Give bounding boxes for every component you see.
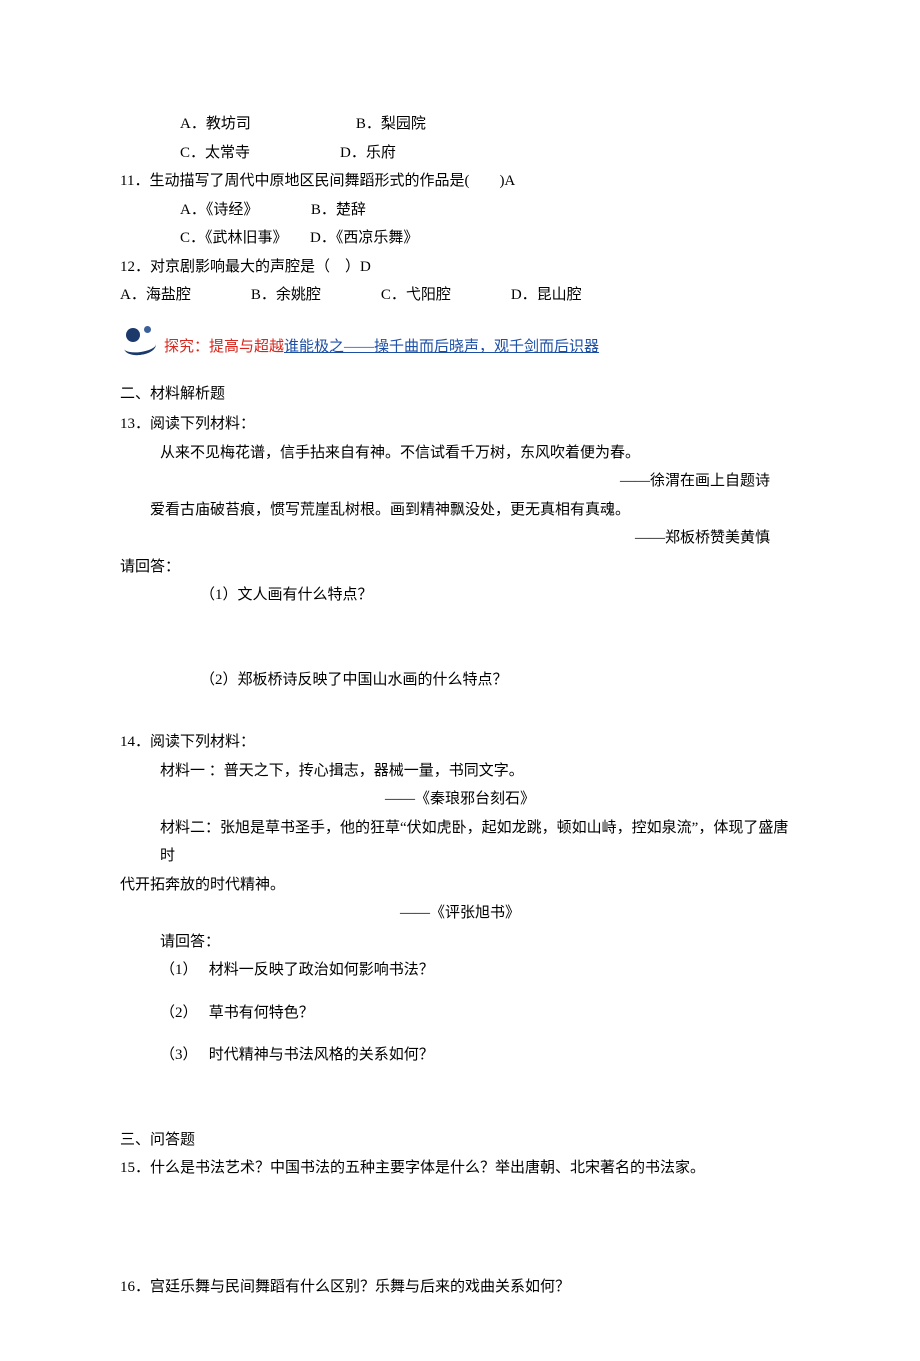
q13-stem: 13．阅读下列材料： bbox=[120, 410, 800, 439]
q13-material-1a: 从来不见梅花谱，信手拈来自有神。不信试看千万树，东风吹着便为春。 bbox=[120, 439, 800, 468]
q14-part2: （2） 草书有何特色？ bbox=[120, 999, 800, 1028]
explore-icon bbox=[120, 324, 162, 362]
q13-material-1b: 爱看古庙破苔痕，惯写荒崖乱树根。画到精神飘没处，更无真相有真魂。 bbox=[120, 496, 800, 525]
explore-blue-text: 谁能极之——操千曲而后晓声，观千剑而后识器 bbox=[284, 333, 599, 362]
q14-material-2a: 材料二：张旭是草书圣手，他的狂草“伏如虎卧，起如龙跳，顿如山峙，控如泉流”，体现… bbox=[120, 814, 800, 871]
section-3-heading: 三、问答题 bbox=[120, 1126, 800, 1155]
q15: 15．什么是书法艺术？中国书法的五种主要字体是什么？举出唐朝、北宋著名的书法家。 bbox=[120, 1154, 800, 1183]
q11-option-a: A．《诗经》 B．楚辞 bbox=[120, 196, 800, 225]
q14-part3: （3） 时代精神与书法风格的关系如何？ bbox=[120, 1041, 800, 1070]
q10-option-a: A．教坊司 B．梨园院 bbox=[120, 110, 800, 139]
q11-option-c: C．《武林旧事》 D．《西凉乐舞》 bbox=[120, 224, 800, 253]
q14-material-1-source: ——《秦琅邪台刻石》 bbox=[120, 785, 800, 814]
q12-stem: 12．对京剧影响最大的声腔是（ ）D bbox=[120, 253, 800, 282]
q11-stem: 11．生动描写了周代中原地区民间舞蹈形式的作品是( )A bbox=[120, 167, 800, 196]
q14-material-2-source: ——《评张旭书》 bbox=[120, 899, 800, 928]
q13-material-1b-source: ——郑板桥赞美黄慎 bbox=[120, 524, 800, 553]
q14-material-1: 材料一 ：普天之下，抟心揖志，器械一量，书同文字。 bbox=[120, 757, 800, 786]
q14-stem: 14．阅读下列材料： bbox=[120, 728, 800, 757]
q14-answer-label: 请回答： bbox=[120, 928, 800, 957]
q13-part2: （2）郑板桥诗反映了中国山水画的什么特点？ bbox=[120, 666, 800, 695]
q13-part1: （1）文人画有什么特点？ bbox=[120, 581, 800, 610]
explore-heading: 探究：提高与超越 谁能极之——操千曲而后晓声，观千剑而后识器 bbox=[120, 324, 800, 362]
q14-part1: （1） 材料一反映了政治如何影响书法？ bbox=[120, 956, 800, 985]
section-2-heading: 二、材料解析题 bbox=[120, 380, 800, 409]
q16: 16．宫廷乐舞与民间舞蹈有什么区别？乐舞与后来的戏曲关系如何？ bbox=[120, 1273, 800, 1302]
explore-red-text: 探究：提高与超越 bbox=[164, 333, 284, 362]
q13-answer-label: 请回答： bbox=[120, 553, 800, 582]
q12-options: A．海盐腔 B．余姚腔 C．弋阳腔 D．昆山腔 bbox=[120, 281, 800, 310]
q14-material-2b: 代开拓奔放的时代精神。 bbox=[120, 871, 800, 900]
page-root: A．教坊司 B．梨园院 C．太常寺 D．乐府 11．生动描写了周代中原地区民间舞… bbox=[0, 0, 920, 1361]
q13-material-1-source: ——徐渭在画上自题诗 bbox=[120, 467, 800, 496]
q10-option-c: C．太常寺 D．乐府 bbox=[120, 139, 800, 168]
